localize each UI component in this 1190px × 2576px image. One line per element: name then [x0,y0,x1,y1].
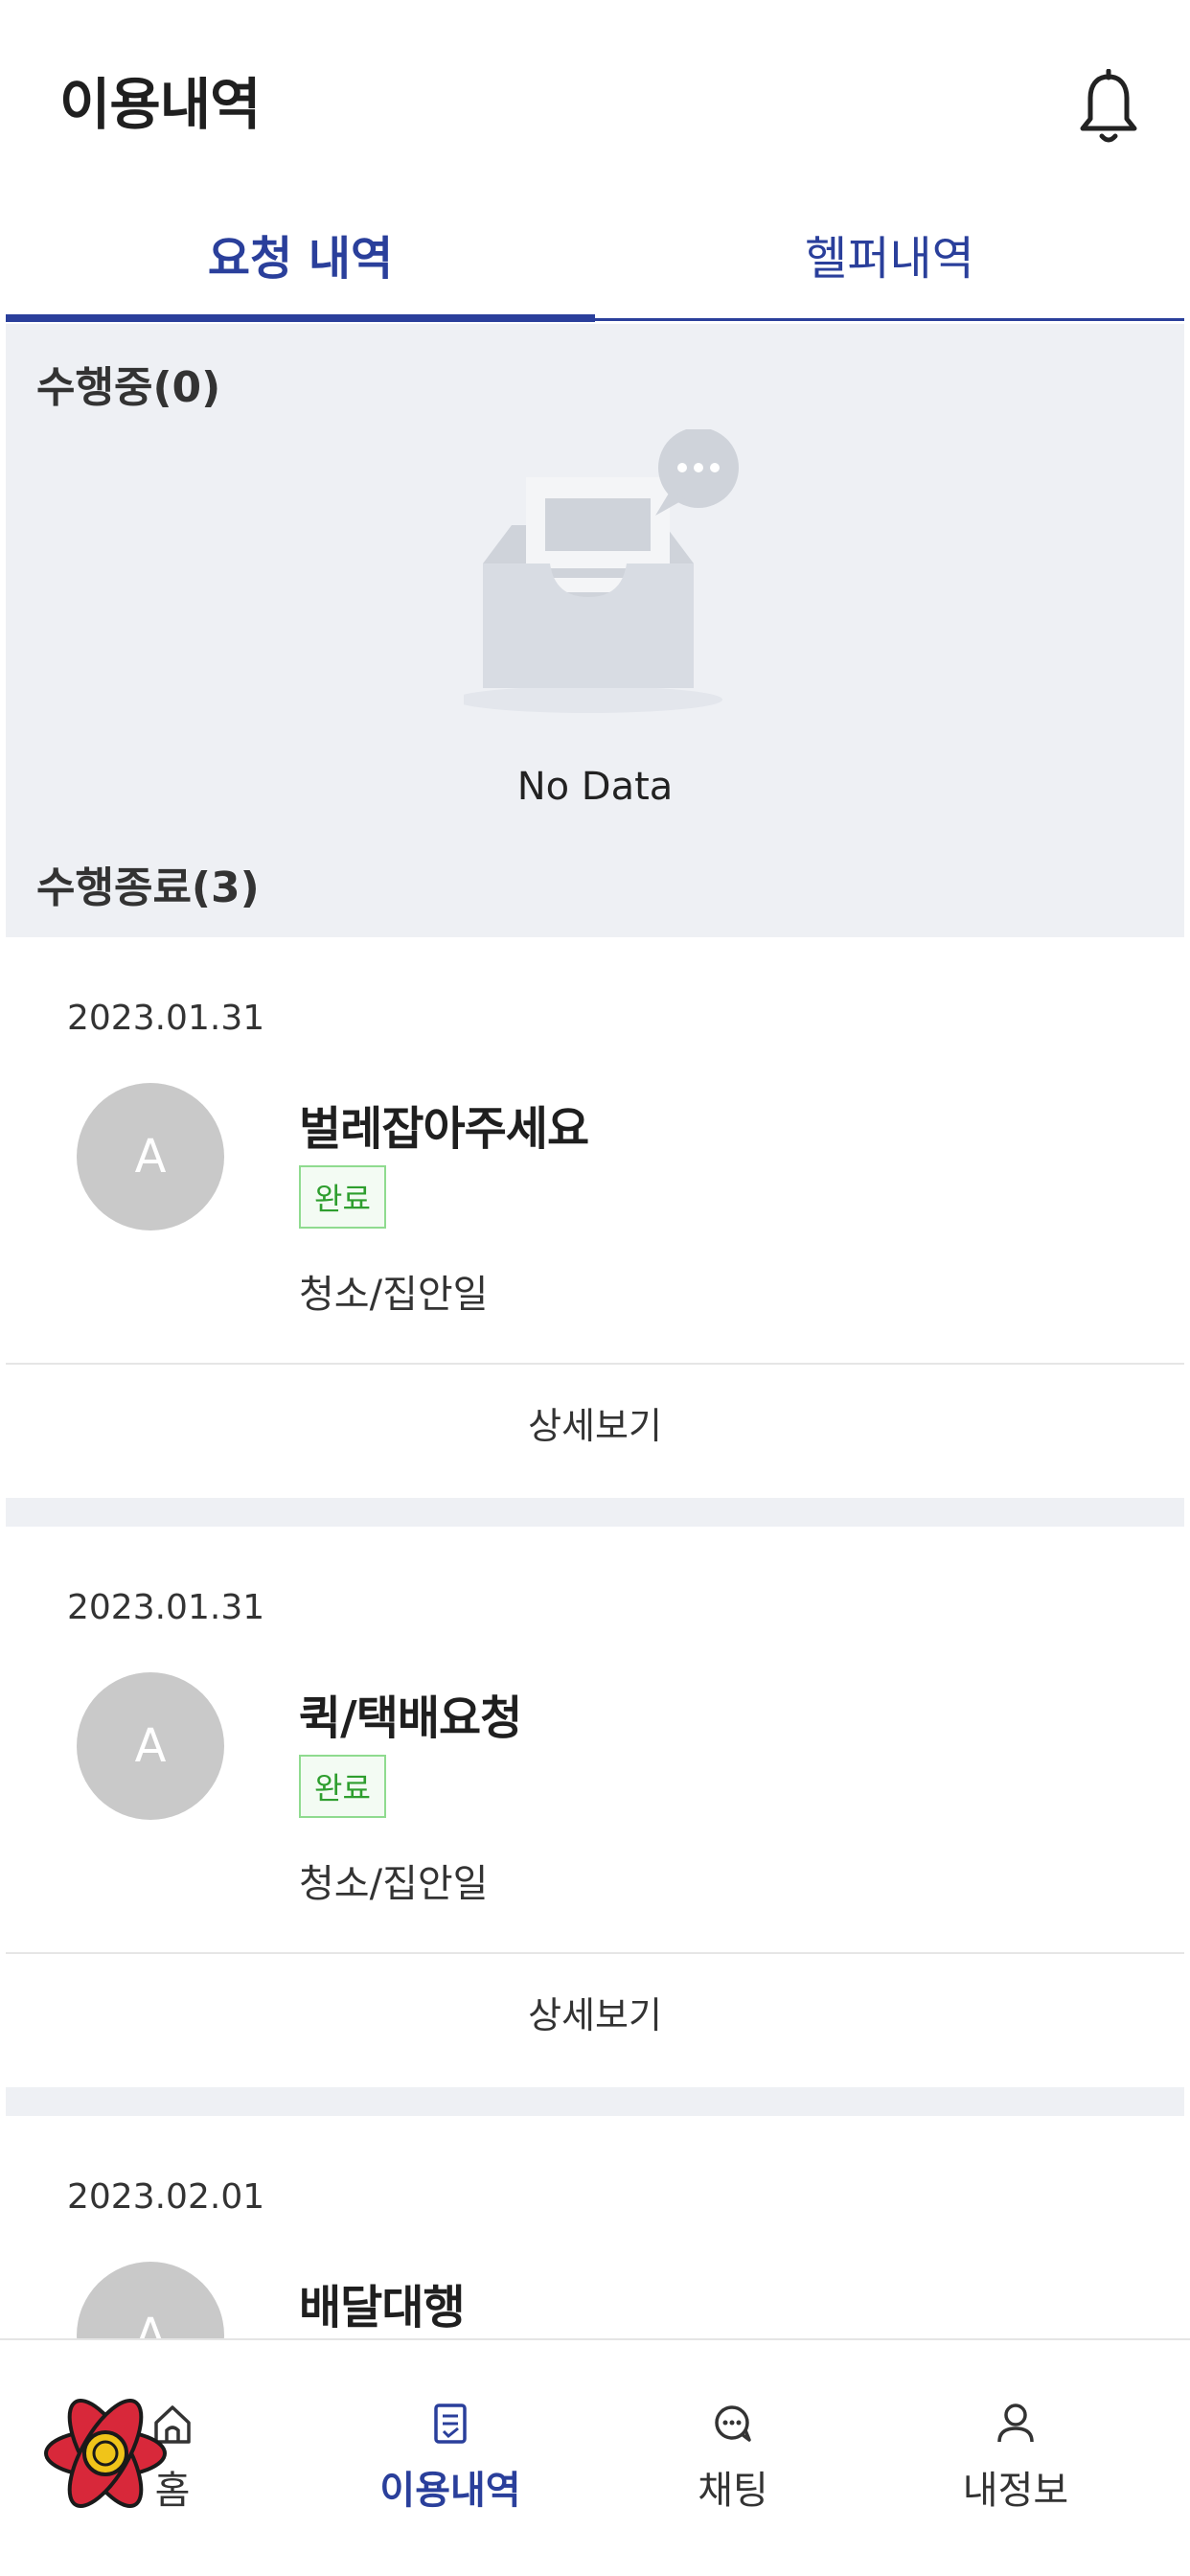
divider [6,2087,1184,2116]
app-root: 이용내역 요청 내역 헬퍼내역 수행중(0) No Data 수행종료(3) 2… [0,0,1190,2576]
nav-my-info[interactable]: 내정보 [872,2340,1159,2576]
item-category: 청소/집안일 [299,1273,489,1317]
active-tab-indicator [6,314,595,322]
item-title: 벌레잡아주세요 [299,1102,589,1156]
list-item: 2023.01.31 A 벌레잡아주세요 완료 청소/집안일 상세보기 [6,937,1184,1498]
app-logo-icon [44,2398,167,2509]
page-title: 이용내역 [59,72,261,137]
avatar: A [77,1672,224,1820]
bell-icon[interactable] [1075,69,1142,146]
item-title: 배달대행 [299,2281,466,2334]
item-date: 2023.01.31 [67,999,265,1038]
status-badge: 완료 [299,1755,386,1818]
nav-label-history: 이용내역 [379,2469,521,2513]
detail-button[interactable]: 상세보기 [6,1365,1184,1480]
in-progress-section: 수행중(0) No Data 수행종료(3) [6,324,1184,937]
avatar: A [77,1083,224,1230]
item-category: 청소/집안일 [299,1862,489,1906]
receipt-icon [434,2404,467,2444]
header: 이용내역 [0,0,1190,182]
tab-bar: 요청 내역 헬퍼내역 [6,192,1184,322]
no-data-text: No Data [516,765,674,809]
empty-inbox-icon [464,429,739,713]
completed-heading: 수행종료(3) [36,863,260,912]
in-progress-heading: 수행중(0) [36,363,221,412]
nav-history[interactable]: 이용내역 [307,2340,594,2576]
nav-label-my-info: 내정보 [962,2469,1069,2513]
tab-helper[interactable]: 헬퍼내역 [595,192,1184,316]
list-item: 2023.01.31 A 퀵/택배요청 완료 청소/집안일 상세보기 [6,1527,1184,2087]
chat-icon [715,2405,751,2442]
nav-label-chat: 채팅 [698,2469,768,2513]
item-title: 퀵/택배요청 [299,1691,522,1745]
item-date: 2023.01.31 [67,1588,265,1627]
detail-button[interactable]: 상세보기 [6,1954,1184,2069]
user-icon [997,2404,1034,2443]
nav-chat[interactable]: 채팅 [589,2340,877,2576]
bottom-nav: 홈 이용내역 채팅 내정보 [0,2338,1190,2576]
divider [6,1498,1184,1527]
tab-requests[interactable]: 요청 내역 [6,192,595,316]
status-badge: 완료 [299,1165,386,1229]
item-date: 2023.02.01 [67,2177,265,2217]
